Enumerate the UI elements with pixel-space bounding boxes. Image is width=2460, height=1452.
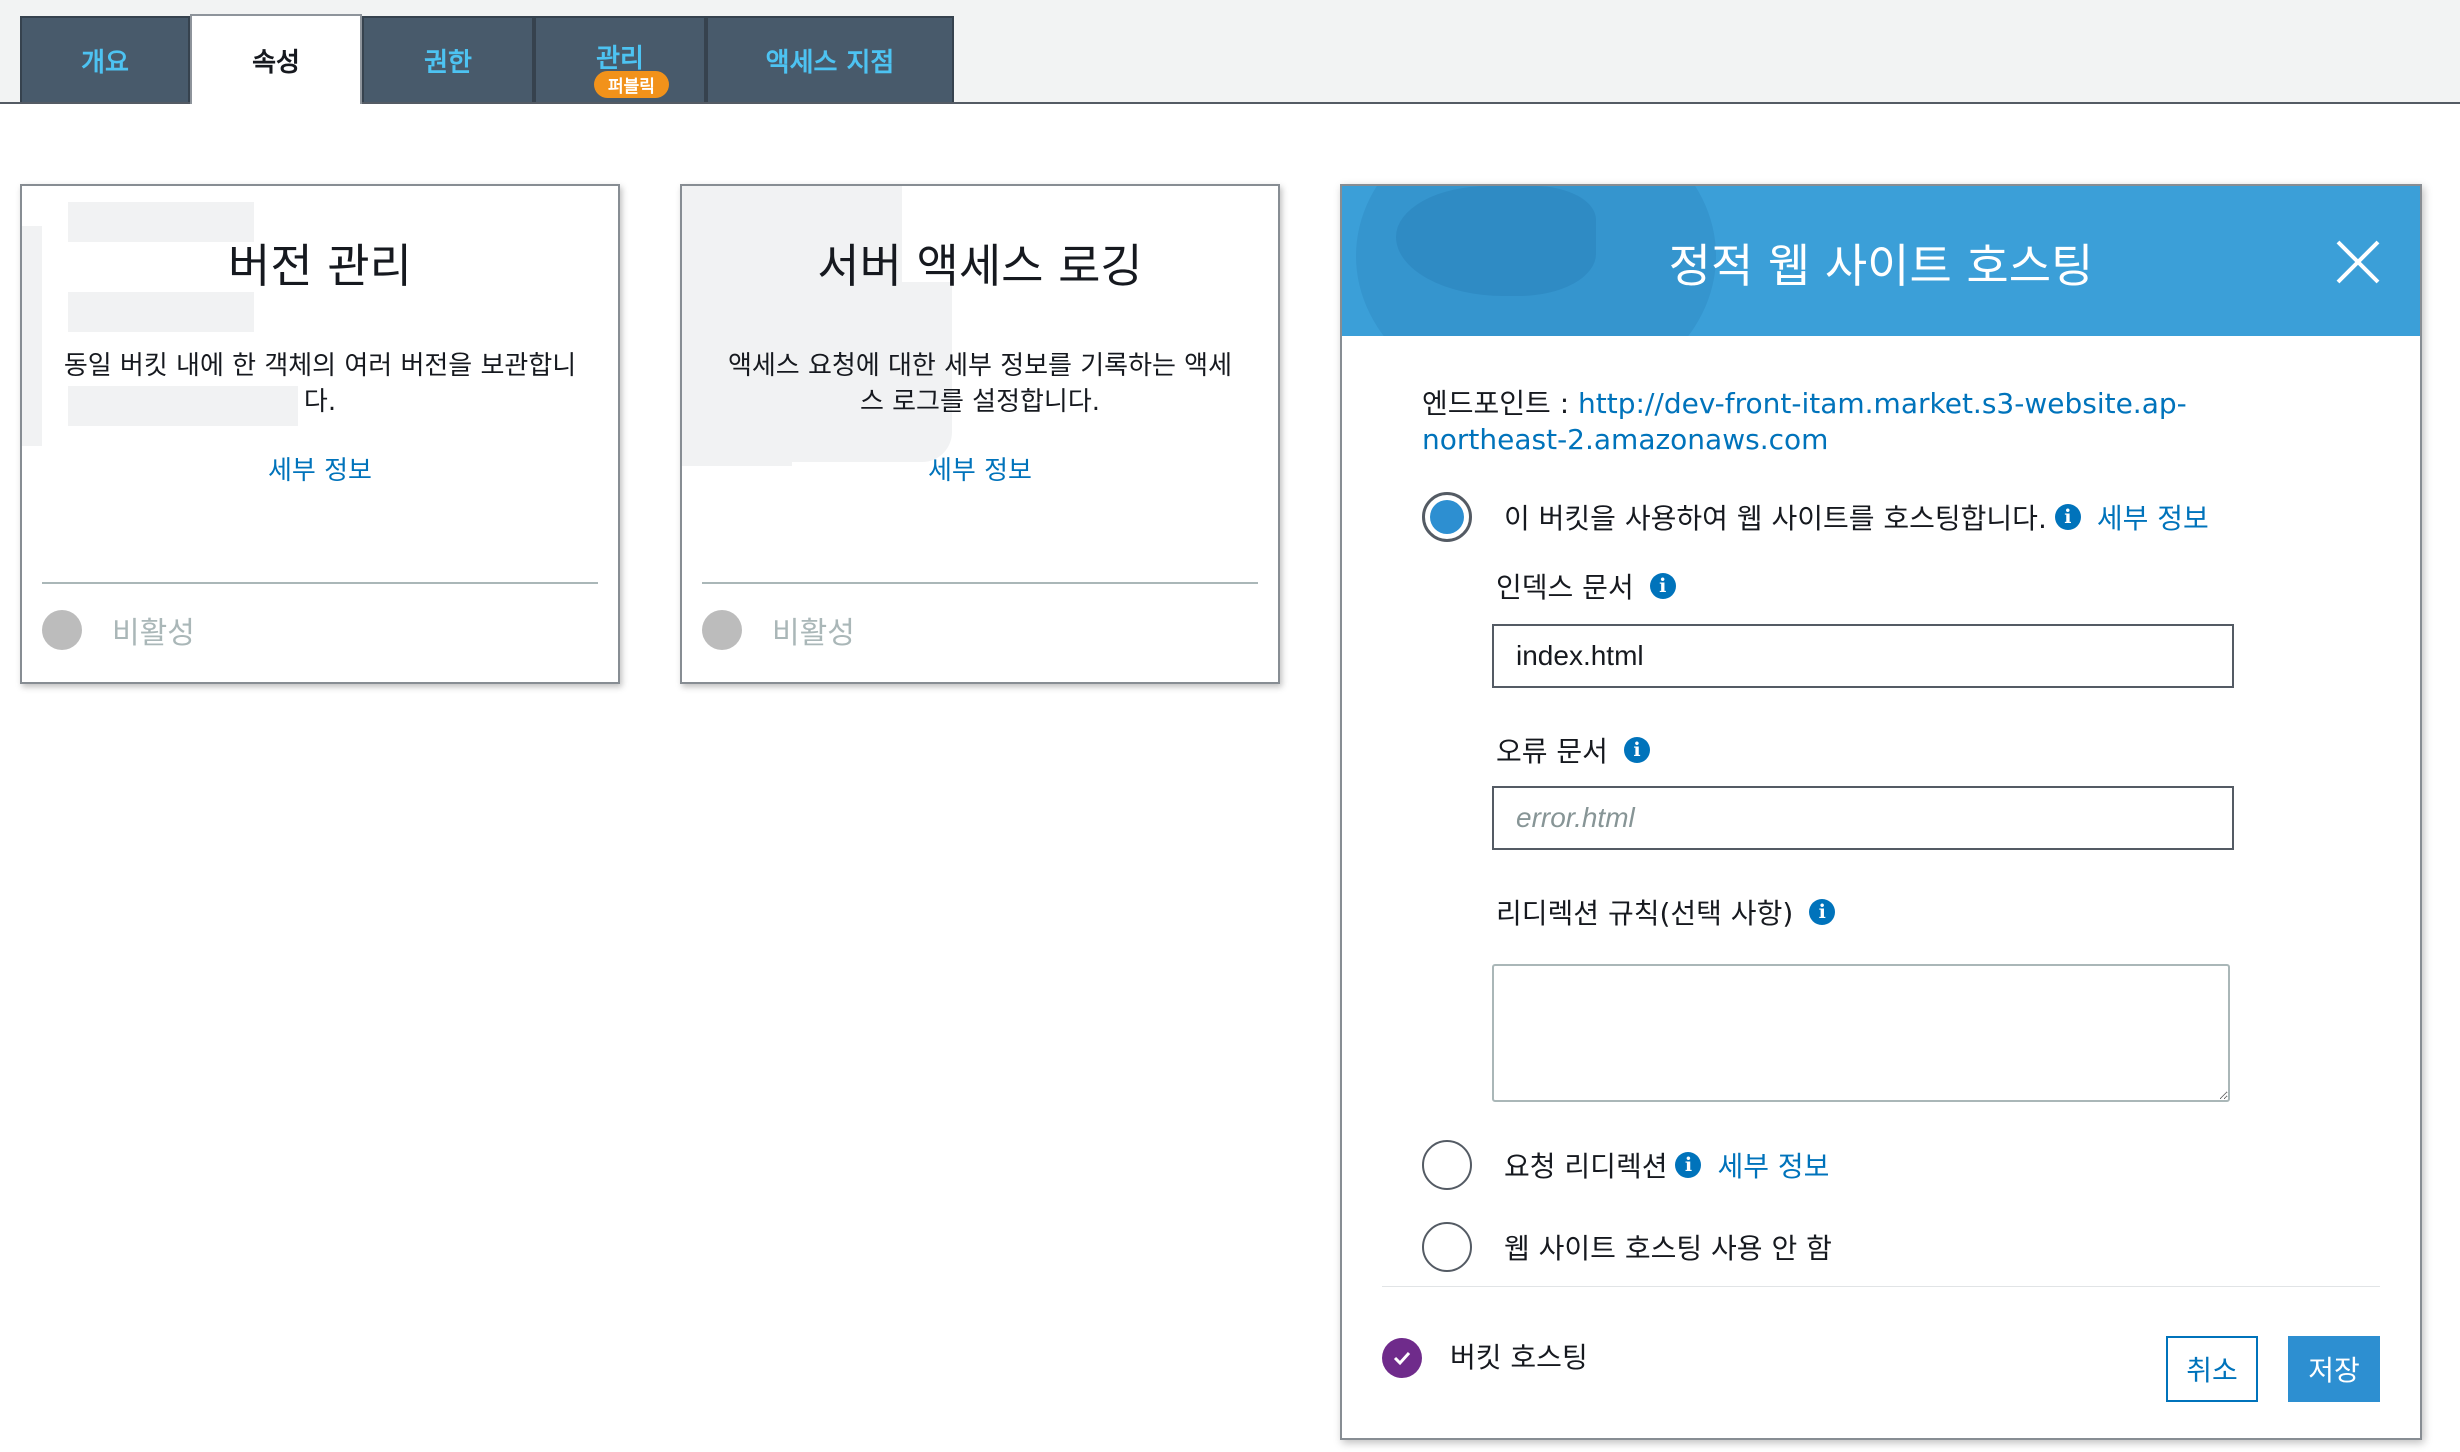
card-watermark (68, 292, 254, 332)
divider (42, 582, 598, 584)
card-description: 동일 버킷 내에 한 객체의 여러 버전을 보관합니다. (63, 351, 577, 417)
error-document-input[interactable] (1492, 786, 2234, 850)
tab-label: 액세스 지점 (765, 47, 895, 78)
option-redirect-requests[interactable]: 요청 리디렉션 i 세부 정보 (1422, 1140, 1829, 1190)
index-document-label: 인덱스 문서 i (1496, 566, 1676, 606)
divider (702, 582, 1258, 584)
redirect-rules-textarea[interactable] (1492, 964, 2230, 1102)
card-details-link[interactable]: 세부 정보 (682, 450, 1278, 487)
details-link[interactable]: 세부 정보 (2097, 497, 2209, 537)
close-icon[interactable] (2332, 236, 2384, 288)
tab-label: 속성 (252, 47, 300, 78)
tab-label: 개요 (81, 47, 129, 78)
option-label: 요청 리디렉션 (1504, 1150, 1668, 1183)
status-text: 비활성 (772, 616, 855, 651)
panel-title: 정적 웹 사이트 호스팅 (1668, 239, 2094, 293)
static-hosting-panel: 정적 웹 사이트 호스팅 엔드포인트 : http://dev-front-it… (1340, 184, 2422, 1440)
label-text: 리디렉션 규칙(선택 사항) (1496, 897, 1794, 930)
info-icon[interactable]: i (1809, 899, 1836, 925)
save-button[interactable]: 저장 (2288, 1336, 2380, 1402)
radio-disable-hosting[interactable] (1422, 1222, 1472, 1272)
status-text: 비활성 (112, 616, 195, 651)
cancel-button[interactable]: 취소 (2166, 1336, 2258, 1402)
tab-access-points[interactable]: 액세스 지점 (706, 16, 954, 102)
details-link[interactable]: 세부 정보 (1717, 1145, 1829, 1185)
tab-overview[interactable]: 개요 (20, 16, 190, 102)
info-icon[interactable]: i (1675, 1152, 1702, 1178)
info-icon[interactable]: i (1649, 573, 1676, 599)
tab-permissions[interactable]: 권한 (362, 16, 534, 102)
checkmark-glyph (1393, 1351, 1411, 1366)
status-indicator (42, 610, 82, 650)
label-text: 인덱스 문서 (1496, 571, 1634, 604)
option-disable-hosting[interactable]: 웹 사이트 호스팅 사용 안 함 (1422, 1222, 1832, 1272)
check-icon (1382, 1338, 1422, 1378)
card-details-link[interactable]: 세부 정보 (22, 450, 618, 487)
public-badge: 퍼블릭 (594, 71, 669, 98)
tab-label: 권한 (424, 47, 472, 78)
card-status: 비활성 (702, 608, 855, 652)
option-label: 웹 사이트 호스팅 사용 안 함 (1504, 1232, 1832, 1265)
info-icon[interactable]: i (2054, 504, 2081, 530)
versioning-card[interactable]: 버전 관리 동일 버킷 내에 한 객체의 여러 버전을 보관합니다. 세부 정보… (20, 184, 620, 684)
endpoint-label: 엔드포인트 : (1422, 387, 1579, 420)
redirect-rules-label: 리디렉션 규칙(선택 사항) i (1496, 892, 1836, 932)
logging-card[interactable]: 서버 액세스 로깅 액세스 요청에 대한 세부 정보를 기록하는 액세스 로그를… (680, 184, 1280, 684)
bucket-hosting-status: 버킷 호스팅 (1450, 1341, 1588, 1374)
radio-redirect-requests[interactable] (1422, 1140, 1472, 1190)
card-title: 서버 액세스 로깅 (817, 239, 1143, 293)
endpoint: 엔드포인트 : http://dev-front-itam.market.s3-… (1422, 386, 2322, 458)
option-host-website[interactable]: 이 버킷을 사용하여 웹 사이트를 호스팅합니다. i 세부 정보 (1422, 492, 2209, 542)
option-label: 이 버킷을 사용하여 웹 사이트를 호스팅합니다. (1504, 502, 2047, 535)
tab-label: 관리 (596, 43, 644, 74)
panel-header: 정적 웹 사이트 호스팅 (1342, 186, 2420, 336)
tab-bar: 개요 속성 권한 관리 퍼블릭 액세스 지점 (0, 0, 2460, 104)
label-text: 오류 문서 (1496, 735, 1608, 768)
divider (1382, 1286, 2380, 1287)
card-status: 비활성 (42, 608, 195, 652)
tab-management[interactable]: 관리 퍼블릭 (534, 16, 706, 102)
info-icon[interactable]: i (1623, 737, 1650, 763)
tab-properties[interactable]: 속성 (190, 14, 362, 104)
card-description: 액세스 요청에 대한 세부 정보를 기록하는 액세스 로그를 설정합니다. (727, 351, 1233, 417)
card-title: 버전 관리 (228, 239, 412, 293)
error-document-label: 오류 문서 i (1496, 730, 1650, 770)
index-document-input[interactable] (1492, 624, 2234, 688)
status-indicator (702, 610, 742, 650)
radio-host-website[interactable] (1422, 492, 1472, 542)
